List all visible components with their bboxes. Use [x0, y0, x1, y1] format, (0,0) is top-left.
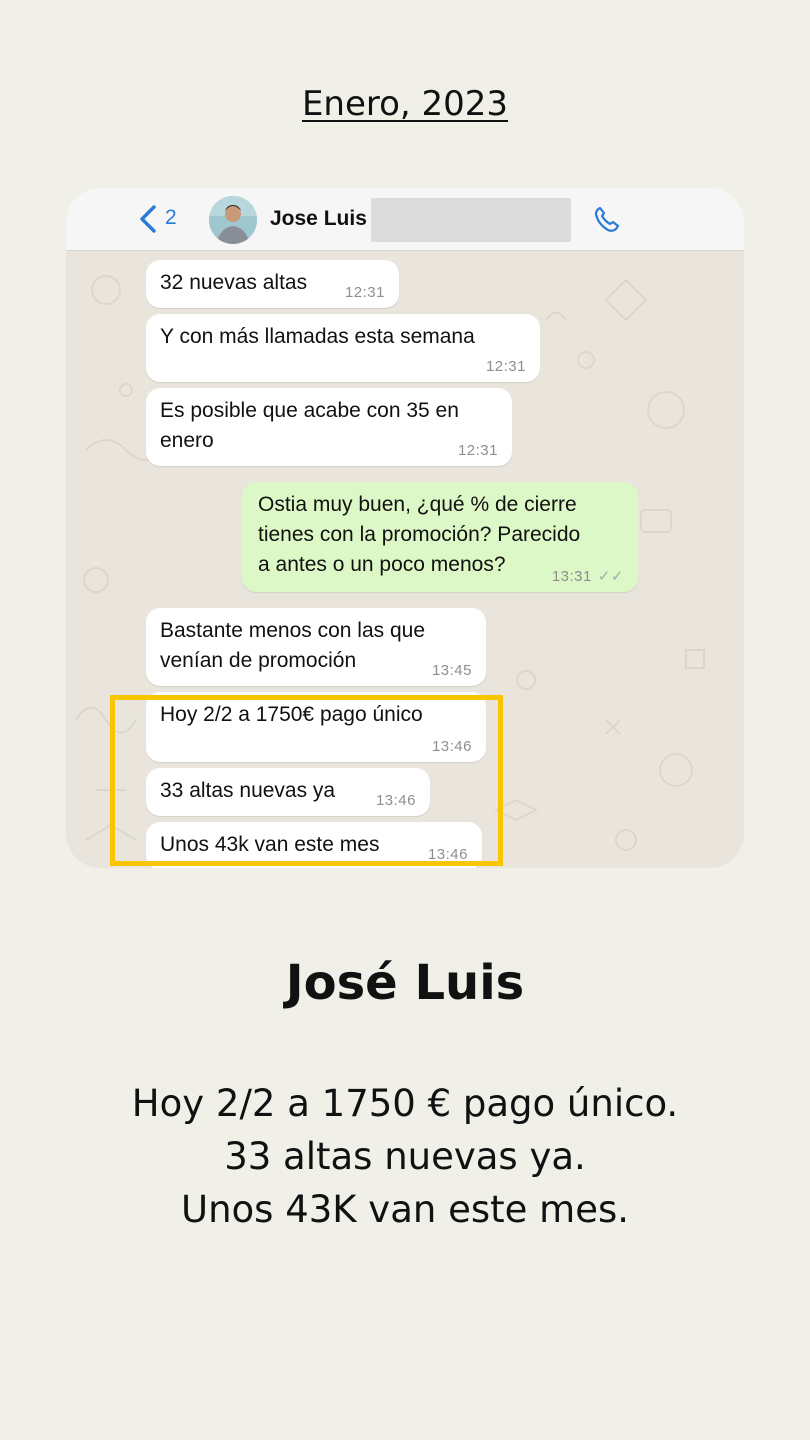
message-time: 13:45 [431, 662, 472, 679]
message-text: Es posible que acabe con 35 en enero [160, 399, 459, 452]
testimonial-summary: Hoy 2/2 a 1750 € pago único. 33 altas nu… [0, 1077, 810, 1236]
contact-name[interactable]: Jose Luis . [270, 207, 379, 231]
summary-line: 33 altas nuevas ya. [224, 1135, 586, 1178]
unread-count[interactable]: 2 [165, 206, 177, 230]
message-text: Bastante menos con las que venían de pro… [160, 619, 426, 672]
redaction-block [371, 198, 571, 242]
testimonial-name: José Luis [285, 955, 525, 1011]
message-text: 32 nuevas altas [160, 271, 308, 294]
message-time: 12:31 [485, 358, 526, 375]
message-time: 13:31 ✓✓ [551, 568, 624, 585]
message-bubble[interactable]: Es posible que acabe con 35 en enero 12:… [146, 388, 512, 466]
phone-icon[interactable] [592, 204, 622, 234]
message-time: 12:31 [457, 442, 498, 459]
highlight-frame [110, 695, 503, 866]
summary-line: Unos 43K van este mes. [180, 1188, 629, 1231]
double-check-icon: ✓✓ [597, 568, 624, 585]
message-bubble-outgoing[interactable]: Ostia muy buen, ¿qué % de cierre tienes … [242, 482, 638, 592]
chevron-left-icon[interactable] [136, 204, 160, 234]
message-bubble[interactable]: Bastante menos con las que venían de pro… [146, 608, 486, 686]
message-text: Y con más llamadas esta semana [160, 325, 475, 348]
date-heading: Enero, 2023 [301, 84, 509, 124]
message-text: Ostia muy buen, ¿qué % de cierre tienes … [258, 493, 581, 576]
message-bubble[interactable]: Y con más llamadas esta semana 12:31 [146, 314, 540, 382]
message-time: 12:31 [344, 284, 385, 301]
avatar[interactable] [209, 196, 257, 244]
chat-header: 2 Jose Luis . [66, 188, 744, 251]
summary-line: Hoy 2/2 a 1750 € pago único. [131, 1082, 679, 1125]
message-bubble[interactable]: 32 nuevas altas 12:31 [146, 260, 399, 308]
avatar-person-icon [209, 196, 257, 244]
